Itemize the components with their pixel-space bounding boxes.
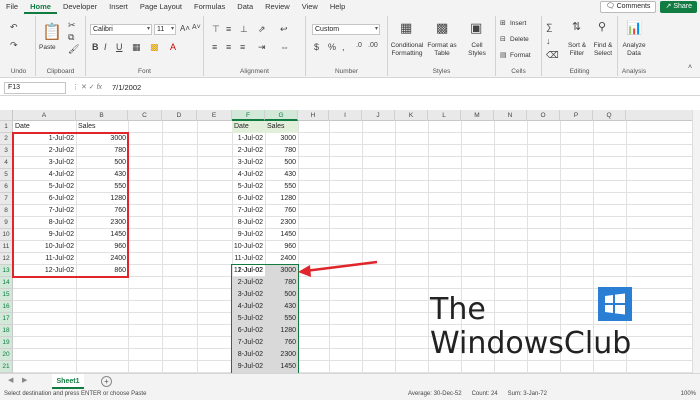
watermark-line2: WindowsClub: [430, 326, 632, 361]
watermark: The WindowsClub: [430, 287, 632, 361]
scroll-left-icon[interactable]: ◀: [8, 376, 13, 384]
red-arrow-shaft: [304, 260, 378, 273]
sheet-tabs-bar: ◀ ▶ Sheet1 +: [0, 373, 700, 389]
red-arrow-head: [298, 265, 311, 277]
zoom-level[interactable]: 100%: [681, 389, 696, 400]
sheet-tab-sheet1[interactable]: Sheet1: [52, 374, 84, 389]
status-average: Average: 30-Dec-52: [408, 391, 462, 397]
status-bar: Select destination and press ENTER or ch…: [0, 389, 700, 400]
add-sheet-button[interactable]: +: [101, 376, 112, 387]
status-sum: Sum: 3-Jan-72: [507, 391, 547, 397]
windows-logo-icon: [598, 287, 632, 321]
scroll-right-icon[interactable]: ▶: [22, 376, 27, 384]
status-message: Select destination and press ENTER or ch…: [4, 391, 147, 397]
status-count: Count: 24: [471, 391, 498, 397]
